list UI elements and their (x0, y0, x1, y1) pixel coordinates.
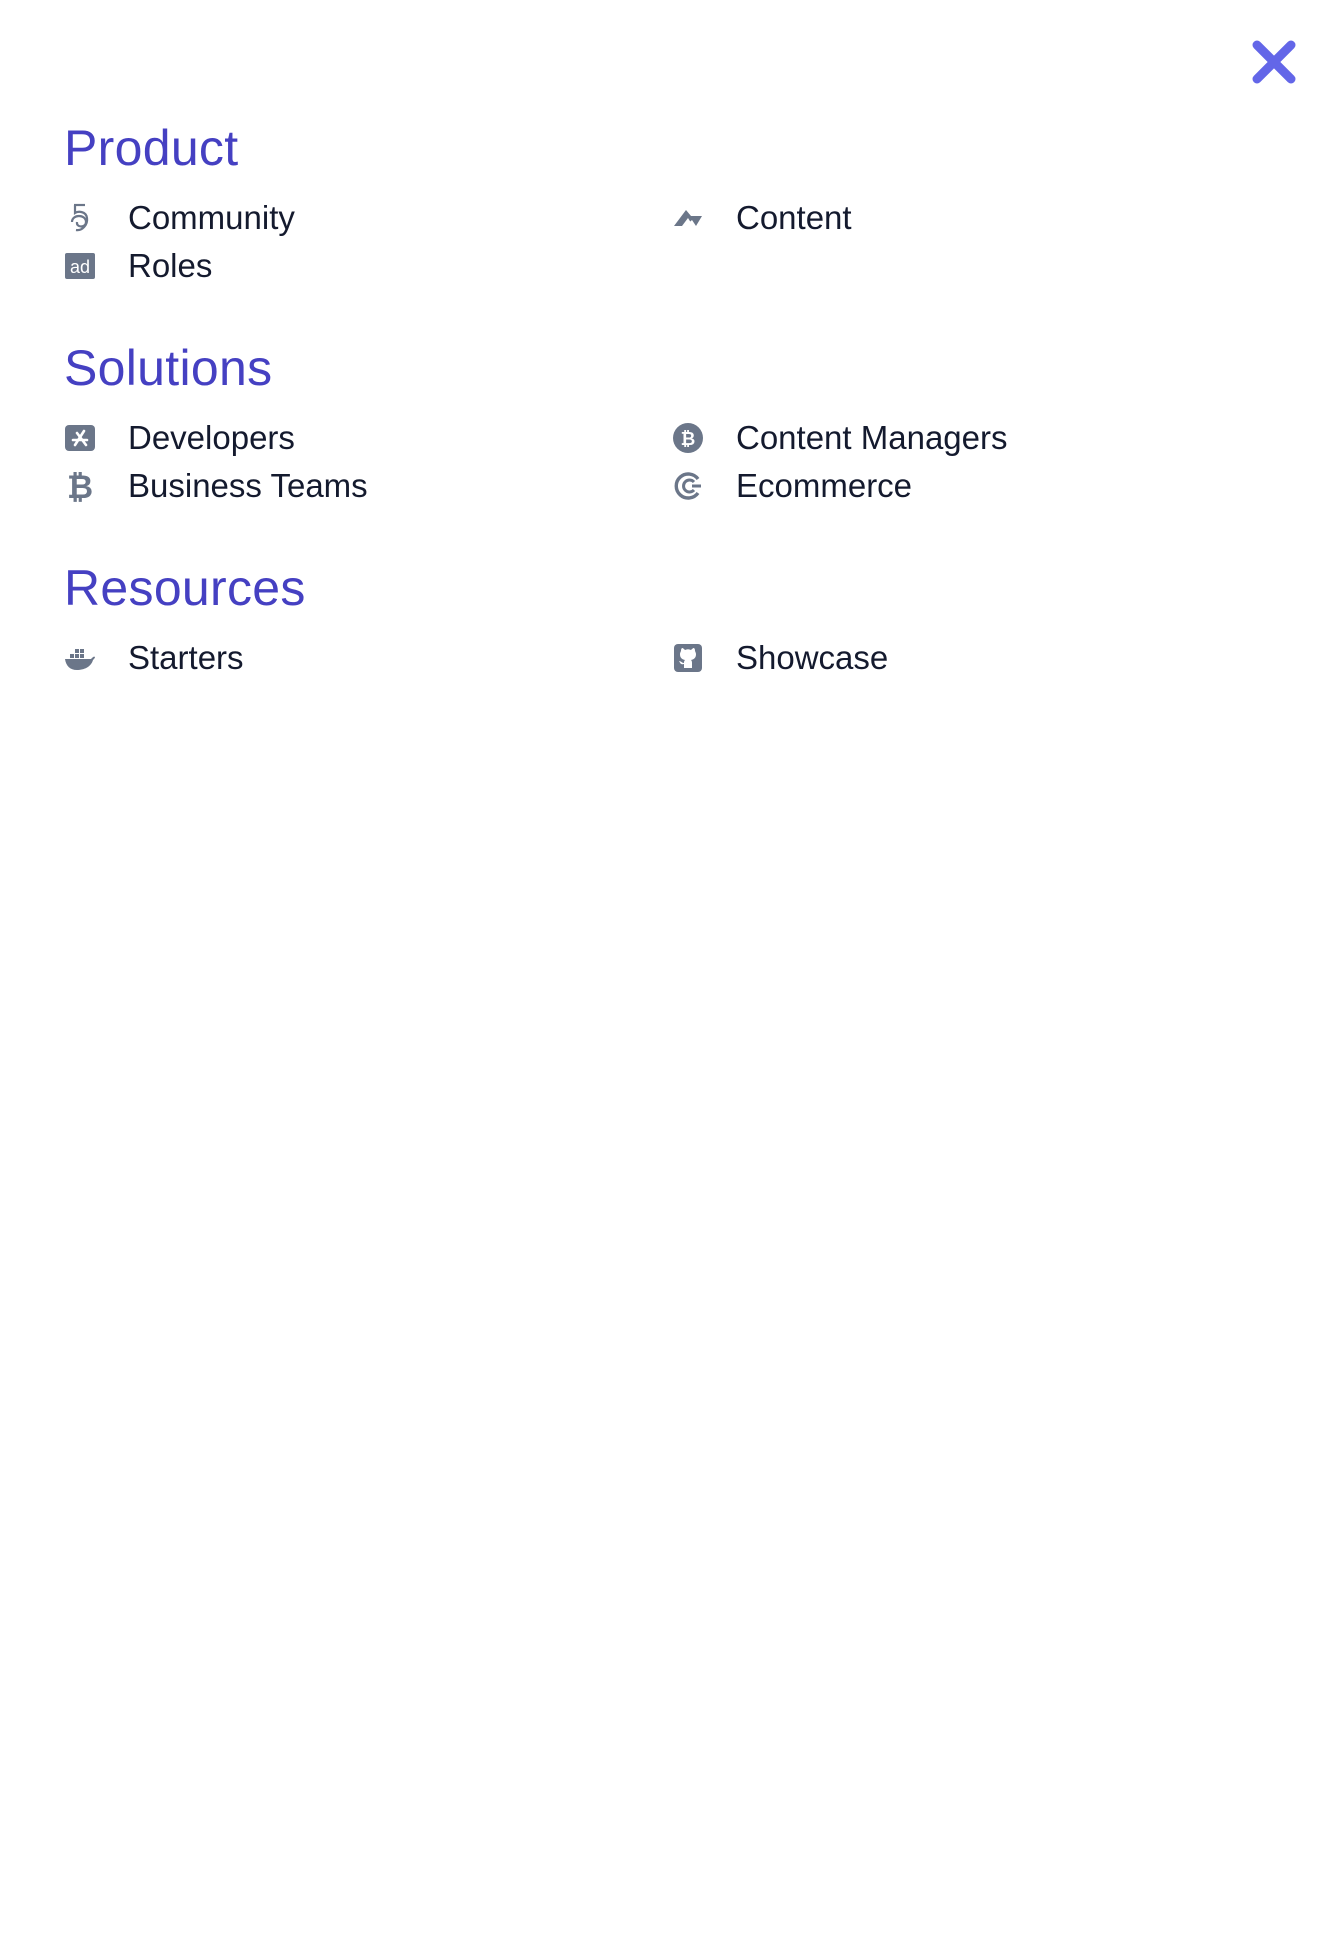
menu-item-content[interactable]: Content (672, 198, 1280, 238)
section-resources: Resources Starters Showcase (64, 558, 1278, 678)
menu-item-community[interactable]: Community (64, 198, 672, 238)
menu-item-label: Content Managers (736, 419, 1008, 456)
resources-items: Starters Showcase (64, 638, 1278, 678)
section-title-solutions: Solutions (64, 340, 273, 396)
mobile-menu-panel: Product Community Content ad Roles Solut… (0, 0, 1342, 1940)
menu-item-business-teams[interactable]: ₿ Business Teams (64, 466, 672, 506)
svg-text:₿: ₿ (67, 470, 93, 502)
menu-item-label: Starters (128, 639, 244, 676)
menu-item-label: Community (128, 199, 295, 236)
svg-text:₿: ₿ (681, 429, 696, 450)
c-icon (672, 470, 704, 502)
menu-item-label: Content (736, 199, 852, 236)
menu-item-roles[interactable]: ad Roles (64, 246, 672, 286)
fiverr-icon (64, 202, 96, 234)
menu-item-label: Business Teams (128, 467, 368, 504)
menu-nav: Product Community Content ad Roles Solut… (64, 118, 1278, 730)
menu-item-label: Ecommerce (736, 467, 913, 504)
bitcoin-circle-icon: ₿ (672, 422, 704, 454)
docker-icon (64, 642, 96, 674)
section-product: Product Community Content ad Roles (64, 118, 1278, 286)
solutions-items: Developers ₿ Content Managers ₿ Business… (64, 418, 1278, 506)
app-store-icon (64, 422, 96, 454)
section-title-product: Product (64, 120, 239, 176)
menu-item-content-managers[interactable]: ₿ Content Managers (672, 418, 1280, 458)
menu-item-label: Roles (128, 247, 213, 284)
close-icon (1252, 40, 1296, 84)
menu-item-label: Developers (128, 419, 295, 456)
menu-item-ecommerce[interactable]: Ecommerce (672, 466, 1280, 506)
github-square-icon (672, 642, 704, 674)
menu-item-showcase[interactable]: Showcase (672, 638, 1280, 678)
close-button[interactable] (1248, 36, 1300, 88)
section-solutions: Solutions Developers ₿ Content Managers (64, 338, 1278, 506)
menu-item-label: Showcase (736, 639, 889, 676)
menu-item-starters[interactable]: Starters (64, 638, 672, 678)
svg-text:ad: ad (70, 257, 90, 277)
menu-item-developers[interactable]: Developers (64, 418, 672, 458)
bitcoin-icon: ₿ (64, 470, 96, 502)
section-title-resources: Resources (64, 560, 306, 616)
product-items: Community Content ad Roles (64, 198, 1278, 286)
ad-icon: ad (64, 250, 96, 282)
kickstarter-k-icon (672, 202, 704, 234)
